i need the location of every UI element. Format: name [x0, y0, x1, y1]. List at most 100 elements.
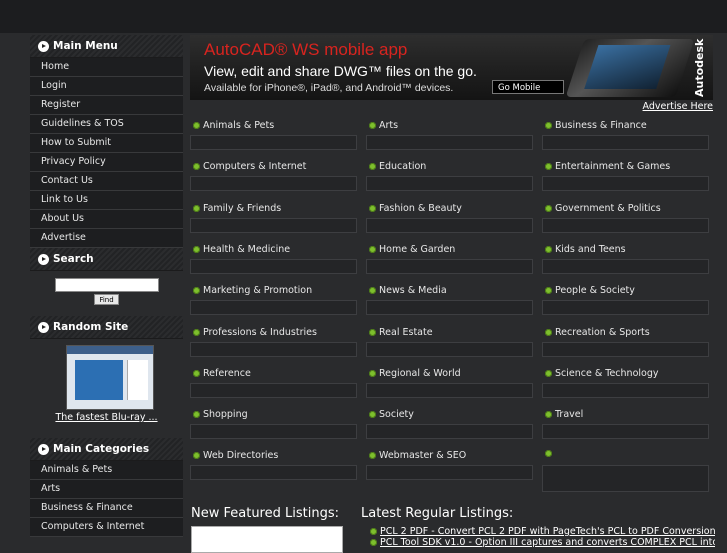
- category-cell: Entertainment & Games: [542, 160, 709, 200]
- bullet-icon: [370, 528, 377, 535]
- category-link[interactable]: Marketing & Promotion: [193, 285, 312, 296]
- regular-listing-link[interactable]: PCL Tool SDK v1.0 - Option III captures …: [380, 537, 715, 548]
- category-link[interactable]: Travel: [545, 409, 583, 420]
- sidebar-category-computers-and-internet[interactable]: Computers & Internet: [30, 518, 183, 537]
- subcategory-box: [190, 176, 357, 192]
- category-link[interactable]: Science & Technology: [545, 368, 659, 379]
- bullet-icon: [545, 287, 552, 295]
- bullet-icon: [369, 245, 376, 253]
- regular-listing-link[interactable]: PCL 2 PDF - Convert PCL 2 PDF with PageT…: [380, 526, 715, 537]
- category-link[interactable]: People & Society: [545, 285, 635, 296]
- category-link[interactable]: Business & Finance: [545, 120, 647, 131]
- category-link[interactable]: [545, 450, 555, 458]
- bullet-icon: [369, 122, 376, 129]
- category-label: News & Media: [379, 285, 447, 297]
- bullet-icon: [545, 328, 552, 336]
- subcategory-box: [366, 465, 533, 481]
- category-label: Entertainment & Games: [555, 161, 671, 173]
- advertise-here-link[interactable]: Advertise Here: [600, 101, 713, 112]
- menu-item-link-to-us[interactable]: Link to Us: [30, 191, 183, 210]
- category-link[interactable]: Shopping: [193, 409, 248, 420]
- subcategory-box: [366, 341, 533, 357]
- category-link[interactable]: Kids and Teens: [545, 244, 626, 255]
- go-mobile-button[interactable]: Go Mobile: [492, 80, 564, 94]
- bullet-icon: [193, 204, 200, 212]
- category-link[interactable]: Home & Garden: [369, 244, 455, 255]
- subcategory-box: [542, 135, 709, 150]
- category-label: Regional & World: [379, 367, 461, 379]
- subcategory-box: [190, 217, 357, 233]
- category-link[interactable]: News & Media: [369, 285, 447, 296]
- search-input[interactable]: [54, 278, 159, 292]
- category-link[interactable]: Government & Politics: [545, 203, 661, 214]
- subcategory-box: [366, 217, 533, 233]
- menu-item-advertise[interactable]: Advertise: [30, 229, 183, 248]
- category-link[interactable]: Society: [369, 409, 414, 420]
- featured-listing-thumbnail[interactable]: [191, 526, 343, 553]
- category-label: Science & Technology: [555, 367, 659, 379]
- menu-item-home[interactable]: Home: [30, 58, 183, 77]
- bullet-icon: [545, 450, 552, 458]
- menu-item-contact-us[interactable]: Contact Us: [30, 172, 183, 191]
- category-link[interactable]: Education: [369, 161, 426, 172]
- category-cell: Webmaster & SEO: [366, 449, 533, 489]
- sidebar-category-arts[interactable]: Arts: [30, 480, 183, 499]
- ad-banner[interactable]: AutoCAD® WS mobile app View, edit and sh…: [190, 35, 713, 100]
- category-link[interactable]: Fashion & Beauty: [369, 203, 462, 214]
- category-link[interactable]: Computers & Internet: [193, 161, 306, 172]
- category-link[interactable]: Web Directories: [193, 450, 278, 461]
- subcategory-box: [366, 300, 533, 316]
- main-menu-title: Main Menu: [53, 40, 118, 52]
- random-site-box: The fastest Blu-ray ...: [30, 339, 183, 438]
- category-link[interactable]: Real Estate: [369, 327, 433, 338]
- bullet-icon: [545, 245, 552, 253]
- category-link[interactable]: Regional & World: [369, 368, 461, 379]
- sidebar-category-animals-and-pets[interactable]: Animals & Pets: [30, 461, 183, 480]
- category-label: Animals & Pets: [203, 120, 275, 131]
- subcategory-box: [366, 258, 533, 274]
- random-site-thumbnail[interactable]: [66, 345, 154, 410]
- arrow-right-icon: [38, 40, 49, 52]
- category-link[interactable]: Recreation & Sports: [545, 327, 650, 338]
- find-button[interactable]: Find: [94, 294, 119, 305]
- ad-subheadline: View, edit and share DWG™ files on the g…: [204, 63, 477, 79]
- category-link[interactable]: Health & Medicine: [193, 244, 290, 255]
- top-bar: [0, 0, 727, 33]
- bullet-icon: [193, 452, 200, 460]
- category-link[interactable]: Arts: [369, 120, 398, 131]
- subcategory-box: [366, 135, 533, 150]
- menu-item-guidelines-and-tos[interactable]: Guidelines & TOS: [30, 115, 183, 134]
- category-cell: Arts: [366, 119, 533, 159]
- sidebar-category-business-and-finance[interactable]: Business & Finance: [30, 499, 183, 518]
- bullet-icon: [193, 328, 200, 336]
- subcategory-box: [542, 465, 709, 493]
- category-label: Society: [379, 409, 414, 421]
- category-link[interactable]: Family & Friends: [193, 203, 281, 214]
- category-link[interactable]: Reference: [193, 368, 251, 379]
- category-link[interactable]: Professions & Industries: [193, 327, 317, 338]
- subcategory-box: [366, 382, 533, 398]
- category-cell: Education: [366, 160, 533, 200]
- category-label: Recreation & Sports: [555, 326, 650, 338]
- category-label: Web Directories: [203, 450, 279, 462]
- menu-item-login[interactable]: Login: [30, 77, 183, 96]
- category-cell: Business & Finance: [542, 119, 709, 159]
- category-link[interactable]: Webmaster & SEO: [369, 450, 466, 461]
- main-menu-heading: Main Menu: [30, 35, 183, 58]
- regular-listing-item: PCL Tool SDK v1.0 - Option III captures …: [370, 537, 715, 548]
- menu-item-how-to-submit[interactable]: How to Submit: [30, 134, 183, 153]
- category-cell: Computers & Internet: [190, 160, 357, 200]
- main-categories-list: Animals & Pets Arts Business & Finance Comp…: [30, 461, 183, 537]
- subcategory-box: [190, 465, 357, 481]
- main-categories-heading: Main Categories: [30, 438, 183, 461]
- menu-item-about-us[interactable]: About Us: [30, 210, 183, 229]
- category-label: Shopping: [203, 409, 248, 421]
- main-categories-title: Main Categories: [53, 443, 150, 455]
- menu-item-privacy-policy[interactable]: Privacy Policy: [30, 153, 183, 172]
- bullet-icon: [369, 287, 376, 295]
- bullet-icon: [369, 369, 376, 377]
- category-link[interactable]: Entertainment & Games: [545, 161, 670, 172]
- category-link[interactable]: Animals & Pets: [193, 120, 274, 131]
- random-site-link[interactable]: The fastest Blu-ray ...: [30, 412, 183, 423]
- menu-item-register[interactable]: Register: [30, 96, 183, 115]
